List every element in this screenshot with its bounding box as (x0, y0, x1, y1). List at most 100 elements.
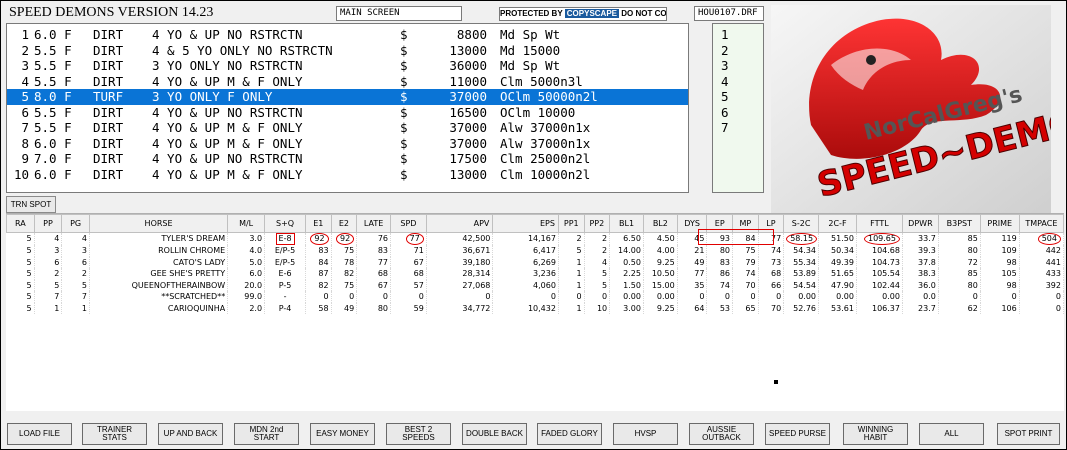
column-header[interactable]: M/L (227, 214, 266, 233)
column-header[interactable]: DYS (676, 214, 708, 233)
table-row[interactable]: 5 7 7 **SCRATCHED** 99.0-0 0 0 0 0 0 0 0 0.00 0.00 0 0 0… (6, 291, 1064, 303)
button-hvsp[interactable]: HVSP (613, 423, 678, 445)
race-row[interactable]: 10 6.0 F DIRT 4 YO & UP M & F ONLY $13000 Clm… (7, 167, 688, 183)
column-header[interactable]: S+Q (264, 214, 307, 233)
race-conditions: 4 YO & UP M & F ONLY (152, 120, 303, 135)
column-header[interactable]: MP (732, 214, 759, 233)
race-number-list[interactable]: 1234567 (712, 23, 764, 193)
race-conditions: 4 YO & UP NO RSTRCTN (152, 151, 303, 166)
race-row[interactable]: 9 7.0 F DIRT 4 YO & UP NO RSTRCTN $17500 Clm … (7, 151, 688, 167)
race-number-item[interactable]: 3 (713, 58, 763, 74)
table-cell: 77 (390, 232, 427, 245)
circled-value: 92 (336, 233, 355, 245)
race-num: 5 (21, 89, 29, 104)
table-cell: 98 (980, 279, 1020, 291)
race-dollar: $ (400, 120, 408, 135)
column-header[interactable]: PP2 (583, 214, 611, 233)
button-mdn-2nd-start[interactable]: MDN 2nd START (234, 423, 299, 445)
column-header[interactable]: APV (425, 214, 494, 233)
button-all[interactable]: ALL (919, 423, 984, 445)
table-cell: 86 (706, 268, 734, 280)
race-number-item[interactable]: 4 (713, 74, 763, 90)
button-best-2-speeds[interactable]: BEST 2 SPEEDS (386, 423, 451, 445)
table-row[interactable]: 5 4 4 TYLER'S DREAM 3.0 E-8 92 92 76 77 42,500 14,1… (6, 232, 1064, 245)
column-header[interactable]: E2 (330, 214, 358, 233)
race-dollar: $ (400, 42, 408, 58)
column-header[interactable]: PG (61, 214, 90, 233)
table-cell: ROLLIN CHROME (89, 245, 229, 257)
race-row[interactable]: 3 5.5 F DIRT 3 YO ONLY NO RSTRCTN $36000 Md S… (7, 58, 688, 74)
column-header[interactable]: SPD (390, 214, 427, 233)
table-cell: 1 (34, 302, 63, 314)
race-row[interactable]: 5 8.0 F TURF 3 YO ONLY F ONLY $37000 OClm 500… (7, 89, 688, 105)
table-cell: 1 (558, 268, 585, 280)
race-row[interactable]: 1 6.0 F DIRT 4 YO & UP NO RSTRCTN $8800 Md Sp… (7, 27, 688, 43)
button-speed-purse[interactable]: SPEED PURSE (765, 423, 830, 445)
table-cell: 0.00 (818, 291, 857, 303)
table-cell: 5 (6, 268, 35, 280)
race-number-item[interactable]: 6 (713, 105, 763, 121)
race-row[interactable]: 8 6.0 F DIRT 4 YO & UP M & F ONLY $37000 Alw … (7, 136, 688, 152)
table-cell: 77 (677, 268, 708, 280)
table-cell: 14,167 (492, 232, 559, 245)
column-header[interactable]: TMPACE (1018, 214, 1064, 233)
column-header[interactable]: FTTL (855, 214, 903, 233)
race-number-item[interactable]: 7 (713, 120, 763, 136)
race-row[interactable]: 4 5.5 F DIRT 4 YO & UP M & F ONLY $11000 Clm … (7, 74, 688, 90)
column-header[interactable]: BL2 (642, 214, 678, 233)
race-row[interactable]: 2 5.5 F DIRT 4 & 5 YO ONLY NO RSTRCTN $13000… (7, 43, 688, 59)
race-row[interactable]: 7 5.5 F DIRT 4 YO & UP M & F ONLY $37000 Alw … (7, 120, 688, 136)
column-header[interactable]: HORSE (88, 214, 229, 233)
button-double-back[interactable]: DOUBLE BACK (462, 423, 527, 445)
table-cell: 68 (758, 268, 785, 280)
table-row[interactable]: 5 3 3 ROLLIN CHROME 4.0 E/P-5 83 75 83 71 36,671 6,… (6, 245, 1064, 257)
table-row[interactable]: 5 5 5 QUEENOFTHERAINBOW 20.0 P-5 82 75 67 57 27,06… (6, 279, 1064, 291)
column-header[interactable]: PP (33, 214, 63, 233)
table-cell: 0.00 (643, 291, 678, 303)
button-spot-print[interactable]: SPOT PRINT (997, 423, 1060, 445)
table-row[interactable]: 5 1 1 CARIOQUINHA 2.0 P-4 58 49 80 59 34,772 10,432… (6, 302, 1064, 314)
button-trainer-stats[interactable]: TRAINER STATS (82, 423, 147, 445)
table-cell: 74 (758, 245, 785, 257)
button-easy-money[interactable]: EASY MONEY (310, 423, 375, 445)
table-cell: 5 (584, 268, 611, 280)
table-row[interactable]: 5 6 6 CATO'S LADY 5.0 E/P-5 84 78 77 67 39,180 6,26… (6, 256, 1064, 268)
table-cell: 9.25 (643, 256, 678, 268)
table-cell: 0.00 (856, 291, 903, 303)
column-header[interactable]: DPWR (901, 214, 939, 233)
column-header[interactable]: PRIME (979, 214, 1020, 233)
table-cell: 1 (558, 302, 585, 314)
column-header[interactable]: S-2C (783, 214, 820, 233)
column-header[interactable]: LP (757, 214, 785, 233)
race-surface: DIRT (93, 73, 124, 89)
column-header[interactable]: E1 (305, 214, 332, 233)
race-type: Clm 10000n2l (500, 166, 591, 182)
column-header[interactable]: RA (6, 214, 35, 233)
column-header[interactable]: 2C-F (818, 214, 857, 233)
column-header[interactable]: EP (706, 214, 734, 233)
column-header[interactable]: B3PST (937, 214, 981, 233)
table-cell: 83 (305, 245, 332, 257)
race-row[interactable]: 6 5.5 F DIRT 4 YO & UP NO RSTRCTN $16500 OClm… (7, 105, 688, 121)
column-header[interactable]: EPS (492, 214, 559, 233)
column-header[interactable]: LATE (356, 214, 391, 233)
table-cell: 52.76 (783, 302, 820, 314)
race-number-item[interactable]: 2 (713, 43, 763, 59)
button-load-file[interactable]: LOAD FILE (7, 423, 72, 445)
button-faded-glory[interactable]: FADED GLORY (537, 423, 602, 445)
race-number-item[interactable]: 5 (713, 89, 763, 105)
button-up-and-back[interactable]: UP AND BACK (158, 423, 223, 445)
table-cell: 0 (558, 291, 585, 303)
table-cell: 0 (732, 291, 759, 303)
button-winning-habit[interactable]: WINNING HABIT (843, 423, 908, 445)
column-header[interactable]: PP1 (557, 214, 585, 233)
table-row[interactable]: 5 2 2 GEE SHE'S PRETTY 6.0 E-6 87 82 68 68 28,314 3… (6, 268, 1064, 280)
race-list[interactable]: 1 6.0 F DIRT 4 YO & UP NO RSTRCTN $8800 Md Sp… (6, 23, 689, 193)
table-cell: 5 (6, 279, 35, 291)
column-header[interactable]: BL1 (609, 214, 644, 233)
table-cell: 79 (732, 256, 759, 268)
table-cell: 82 (305, 279, 332, 291)
race-number-item[interactable]: 1 (713, 27, 763, 43)
trn-spot-button[interactable]: TRN SPOT (6, 196, 56, 213)
button-aussie-outback[interactable]: AUSSIE OUTBACK (689, 423, 754, 445)
